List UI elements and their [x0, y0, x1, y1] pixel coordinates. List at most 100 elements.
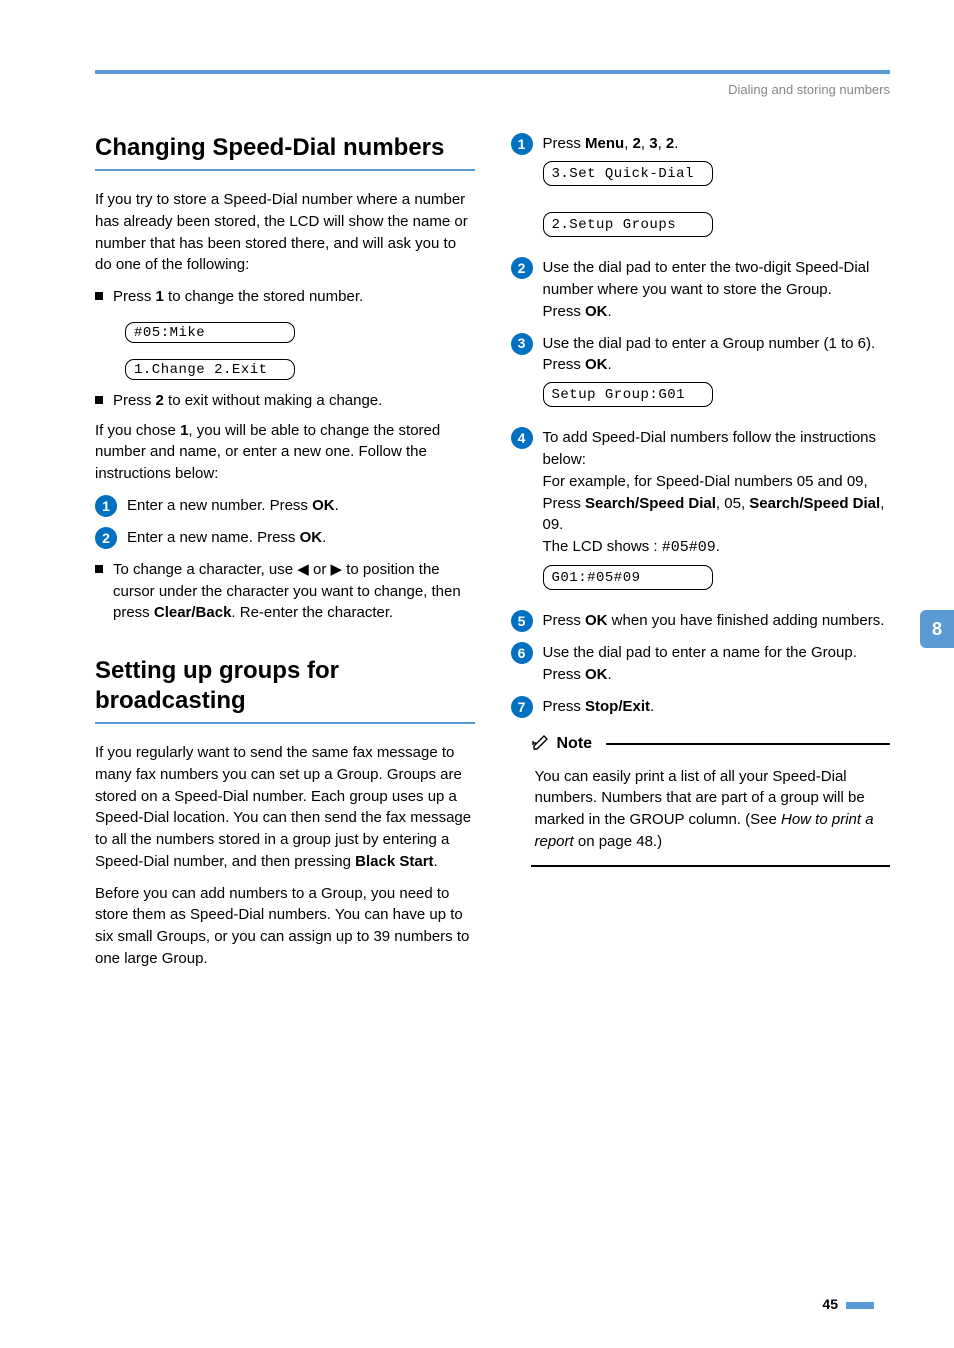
- right-step-5: 5 Press OK when you have finished adding…: [511, 610, 891, 632]
- bullet-press-2: Press 2 to exit without making a change.: [95, 390, 475, 412]
- text-bold: Stop/Exit: [585, 698, 650, 715]
- note-block: Note You can easily print a list of all …: [531, 732, 891, 867]
- title-underline: [95, 169, 475, 171]
- text: Press: [543, 356, 586, 373]
- step-badge-1: 1: [511, 133, 533, 155]
- bullet-square-icon: [95, 565, 103, 573]
- text: .: [716, 538, 720, 555]
- step-badge-7: 7: [511, 696, 533, 718]
- text: The LCD shows :: [543, 538, 662, 555]
- step-badge-1: 1: [95, 495, 117, 517]
- lcd-display: 1.Change 2.Exit: [125, 359, 295, 380]
- text-bold: 3: [649, 135, 657, 152]
- text: Use the dial pad to enter the two-digit …: [543, 259, 870, 298]
- chapter-side-tab: 8: [920, 610, 954, 648]
- note-pencil-icon: [531, 732, 551, 756]
- text: To add Speed-Dial numbers follow the ins…: [543, 429, 877, 468]
- text: Use the dial pad to enter a name for the…: [543, 644, 857, 661]
- text: Enter a new name. Press: [127, 529, 300, 546]
- bullet-square-icon: [95, 292, 103, 300]
- right-column: 1 Press Menu, 2, 3, 2. 3.Set Quick-Dial …: [511, 133, 891, 980]
- text: .: [608, 303, 612, 320]
- bullet-text: Press 2 to exit without making a change.: [113, 390, 475, 412]
- text: .: [434, 853, 438, 870]
- text: when you have finished adding numbers.: [608, 612, 885, 629]
- text: .: [650, 698, 654, 715]
- text-bold: Search/Speed Dial: [585, 495, 716, 512]
- step-text: Press OK when you have finished adding n…: [543, 610, 891, 632]
- lcd-display: 3.Set Quick-Dial: [543, 161, 713, 186]
- text-bold: OK: [585, 356, 608, 373]
- right-step-3: 3 Use the dial pad to enter a Group numb…: [511, 333, 891, 418]
- note-line: [598, 743, 890, 745]
- text: Press: [543, 612, 586, 629]
- bullet-text: To change a character, use ◀ or ▶ to pos…: [113, 559, 475, 624]
- text-bold: 2: [156, 392, 164, 409]
- text-bold: 2: [633, 135, 641, 152]
- lcd-display: Setup Group:G01: [543, 382, 713, 407]
- step-text: Use the dial pad to enter a Group number…: [543, 333, 891, 418]
- step-badge-3: 3: [511, 333, 533, 355]
- step-text: Use the dial pad to enter a name for the…: [543, 642, 891, 686]
- text: Press: [543, 135, 586, 152]
- note-body: You can easily print a list of all your …: [531, 762, 891, 867]
- text: If you regularly want to send the same f…: [95, 744, 471, 870]
- text: Press: [113, 288, 156, 305]
- step-text: Press Menu, 2, 3, 2. 3.Set Quick-Dial 2.…: [543, 133, 891, 247]
- text: to exit without making a change.: [164, 392, 382, 409]
- text: To change a character, use: [113, 561, 297, 578]
- left-column: Changing Speed-Dial numbers If you try t…: [95, 133, 475, 980]
- text: Press: [543, 303, 586, 320]
- step-text: To add Speed-Dial numbers follow the ins…: [543, 427, 891, 600]
- text-bold: 2: [666, 135, 674, 152]
- arrow-left-icon: ◀: [297, 561, 309, 578]
- right-step-6: 6 Use the dial pad to enter a name for t…: [511, 642, 891, 686]
- bullet-text: Press 1 to change the stored number.: [113, 286, 475, 308]
- text: ,: [624, 135, 632, 152]
- text: ,: [641, 135, 649, 152]
- text-bold: 1: [156, 288, 164, 305]
- text: .: [674, 135, 678, 152]
- lcd-display: #05:Mike: [125, 322, 295, 343]
- text-bold: Menu: [585, 135, 624, 152]
- bullet-change-character: To change a character, use ◀ or ▶ to pos…: [95, 559, 475, 624]
- note-label: Note: [557, 735, 593, 753]
- text-bold: OK: [312, 497, 335, 514]
- header-bar: Dialing and storing numbers: [95, 70, 890, 97]
- spacer: [95, 632, 475, 656]
- page-number-value: 45: [822, 1296, 838, 1312]
- step-text: Use the dial pad to enter the two-digit …: [543, 257, 891, 322]
- step-text: Enter a new name. Press OK.: [127, 527, 475, 549]
- bullet-press-1: Press 1 to change the stored number.: [95, 286, 475, 308]
- text: Press: [543, 666, 586, 683]
- text: .: [608, 666, 612, 683]
- section-title-changing-speed-dial: Changing Speed-Dial numbers: [95, 133, 475, 163]
- text: .: [322, 529, 326, 546]
- text-bold: Search/Speed Dial: [749, 495, 880, 512]
- step-badge-4: 4: [511, 427, 533, 449]
- text: , 05,: [716, 495, 749, 512]
- page-content: Dialing and storing numbers Changing Spe…: [0, 0, 954, 1020]
- right-step-1: 1 Press Menu, 2, 3, 2. 3.Set Quick-Dial …: [511, 133, 891, 247]
- two-column-layout: Changing Speed-Dial numbers If you try t…: [95, 133, 890, 980]
- breadcrumb: Dialing and storing numbers: [95, 82, 890, 97]
- step-badge-5: 5: [511, 610, 533, 632]
- text: If you chose: [95, 422, 180, 439]
- text: or: [309, 561, 331, 578]
- step-text: Enter a new number. Press OK.: [127, 495, 475, 517]
- right-step-4: 4 To add Speed-Dial numbers follow the i…: [511, 427, 891, 600]
- step-badge-6: 6: [511, 642, 533, 664]
- text: . Re-enter the character.: [231, 604, 393, 621]
- bullet-square-icon: [95, 396, 103, 404]
- text-bold: OK: [585, 666, 608, 683]
- left-step-2: 2 Enter a new name. Press OK.: [95, 527, 475, 549]
- text-bold: OK: [300, 529, 323, 546]
- text-mono: #05#09: [662, 539, 716, 556]
- groups-paragraph-1: If you regularly want to send the same f…: [95, 742, 475, 873]
- arrow-right-icon: ▶: [331, 561, 343, 578]
- text-bold: OK: [585, 303, 608, 320]
- page-number: 45: [822, 1296, 874, 1312]
- text: .: [608, 356, 612, 373]
- intro-paragraph: If you try to store a Speed-Dial number …: [95, 189, 475, 276]
- text: Use the dial pad to enter a Group number…: [543, 335, 876, 352]
